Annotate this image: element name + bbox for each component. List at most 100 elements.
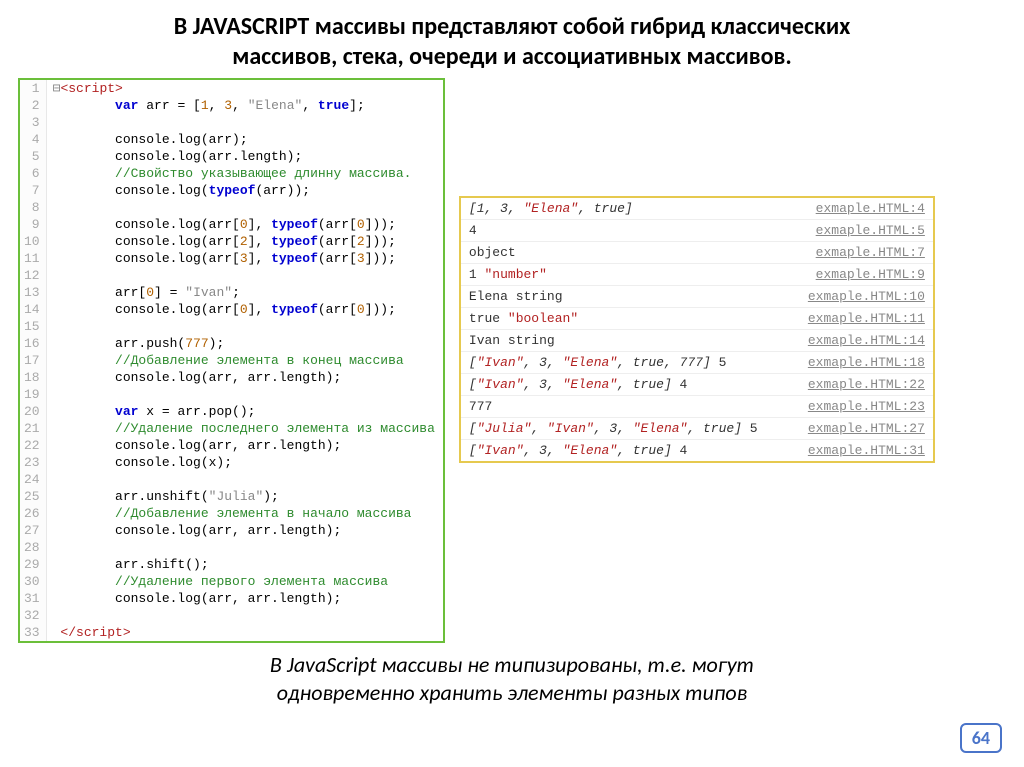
code-line: 28: [20, 539, 443, 556]
console-row: ["Julia", "Ivan", 3, "Elena", true] 5exm…: [461, 418, 933, 440]
console-output: ["Ivan", 3, "Elena", true] 4: [461, 374, 790, 396]
console-source-link[interactable]: exmaple.HTML:22: [789, 374, 932, 396]
code-line: 9 console.log(arr[0], typeof(arr[0]));: [20, 216, 443, 233]
code-content: arr.push(777);: [46, 335, 443, 352]
console-source-link[interactable]: exmaple.HTML:10: [789, 286, 932, 308]
console-output: Ivan string: [461, 330, 790, 352]
console-output: 777: [461, 396, 790, 418]
code-content: [46, 114, 443, 131]
console-output: true "boolean": [461, 308, 790, 330]
console-output: Elena string: [461, 286, 790, 308]
code-content: //Свойство указывающее длинну массива.: [46, 165, 443, 182]
line-number: 3: [20, 114, 46, 131]
console-source-link[interactable]: exmaple.HTML:9: [789, 264, 932, 286]
console-source-link[interactable]: exmaple.HTML:23: [789, 396, 932, 418]
console-table: [1, 3, "Elena", true]exmaple.HTML:44exma…: [461, 198, 933, 461]
slide-footer: В JavaScript массивы не типизированы, т.…: [18, 651, 1006, 706]
line-number: 21: [20, 420, 46, 437]
code-content: console.log(arr[2], typeof(arr[2]));: [46, 233, 443, 250]
line-number: 25: [20, 488, 46, 505]
console-source-link[interactable]: exmaple.HTML:7: [789, 242, 932, 264]
code-line: 14 console.log(arr[0], typeof(arr[0]));: [20, 301, 443, 318]
code-content: ⊟<script>: [46, 80, 443, 97]
line-number: 18: [20, 369, 46, 386]
code-line: 18 console.log(arr, arr.length);: [20, 369, 443, 386]
content-row: 1⊟<script>2 var arr = [1, 3, "Elena", tr…: [18, 78, 1006, 643]
line-number: 33: [20, 624, 46, 641]
line-number: 27: [20, 522, 46, 539]
line-number: 7: [20, 182, 46, 199]
code-content: console.log(arr, arr.length);: [46, 437, 443, 454]
code-line: 7 console.log(typeof(arr));: [20, 182, 443, 199]
code-line: 3: [20, 114, 443, 131]
line-number: 14: [20, 301, 46, 318]
code-line: 29 arr.shift();: [20, 556, 443, 573]
console-output-panel: [1, 3, "Elena", true]exmaple.HTML:44exma…: [459, 196, 935, 463]
code-line: 15: [20, 318, 443, 335]
code-content: [46, 607, 443, 624]
console-source-link[interactable]: exmaple.HTML:18: [789, 352, 932, 374]
line-number: 8: [20, 199, 46, 216]
console-output: [1, 3, "Elena", true]: [461, 198, 790, 220]
console-source-link[interactable]: exmaple.HTML:27: [789, 418, 932, 440]
console-source-link[interactable]: exmaple.HTML:5: [789, 220, 932, 242]
code-line: 5 console.log(arr.length);: [20, 148, 443, 165]
line-number: 24: [20, 471, 46, 488]
console-row: ["Ivan", 3, "Elena", true] 4exmaple.HTML…: [461, 374, 933, 396]
code-content: [46, 318, 443, 335]
line-number: 23: [20, 454, 46, 471]
console-source-link[interactable]: exmaple.HTML:11: [789, 308, 932, 330]
console-source-link[interactable]: exmaple.HTML:4: [789, 198, 932, 220]
console-row: ["Ivan", 3, "Elena", true, 777] 5exmaple…: [461, 352, 933, 374]
line-number: 6: [20, 165, 46, 182]
console-row: true "boolean"exmaple.HTML:11: [461, 308, 933, 330]
code-content: arr.shift();: [46, 556, 443, 573]
console-row: Elena stringexmaple.HTML:10: [461, 286, 933, 308]
code-line: 16 arr.push(777);: [20, 335, 443, 352]
console-source-link[interactable]: exmaple.HTML:14: [789, 330, 932, 352]
code-content: </script>: [46, 624, 443, 641]
code-line: 30 //Удаление первого элемента массива: [20, 573, 443, 590]
code-line: 4 console.log(arr);: [20, 131, 443, 148]
code-line: 25 arr.unshift("Julia");: [20, 488, 443, 505]
code-line: 24: [20, 471, 443, 488]
code-content: console.log(arr, arr.length);: [46, 522, 443, 539]
console-row: 1 "number"exmaple.HTML:9: [461, 264, 933, 286]
code-content: //Удаление последнего элемента из массив…: [46, 420, 443, 437]
code-editor-panel: 1⊟<script>2 var arr = [1, 3, "Elena", tr…: [18, 78, 445, 643]
line-number: 4: [20, 131, 46, 148]
console-row: Ivan stringexmaple.HTML:14: [461, 330, 933, 352]
console-output: ["Ivan", 3, "Elena", true] 4: [461, 440, 790, 462]
code-line: 1⊟<script>: [20, 80, 443, 97]
code-line: 19: [20, 386, 443, 403]
code-line: 27 console.log(arr, arr.length);: [20, 522, 443, 539]
console-row: ["Ivan", 3, "Elena", true] 4exmaple.HTML…: [461, 440, 933, 462]
console-row: 777exmaple.HTML:23: [461, 396, 933, 418]
title-line-2: массивов, стека, очереди и ассоциативных…: [232, 42, 792, 71]
code-line: 12: [20, 267, 443, 284]
console-source-link[interactable]: exmaple.HTML:31: [789, 440, 932, 462]
code-content: [46, 199, 443, 216]
code-table: 1⊟<script>2 var arr = [1, 3, "Elena", tr…: [20, 80, 443, 641]
line-number: 13: [20, 284, 46, 301]
footer-line-1: В JavaScript массивы не типизированы, т.…: [270, 651, 754, 678]
line-number: 22: [20, 437, 46, 454]
code-content: arr[0] = "Ivan";: [46, 284, 443, 301]
line-number: 15: [20, 318, 46, 335]
line-number: 11: [20, 250, 46, 267]
line-number: 1: [20, 80, 46, 97]
code-line: 20 var x = arr.pop();: [20, 403, 443, 420]
code-content: console.log(arr[0], typeof(arr[0]));: [46, 216, 443, 233]
line-number: 29: [20, 556, 46, 573]
line-number: 2: [20, 97, 46, 114]
line-number: 16: [20, 335, 46, 352]
code-content: console.log(x);: [46, 454, 443, 471]
console-row: [1, 3, "Elena", true]exmaple.HTML:4: [461, 198, 933, 220]
code-line: 31 console.log(arr, arr.length);: [20, 590, 443, 607]
console-row: objectexmaple.HTML:7: [461, 242, 933, 264]
code-content: [46, 386, 443, 403]
code-line: 11 console.log(arr[3], typeof(arr[3]));: [20, 250, 443, 267]
code-content: console.log(arr, arr.length);: [46, 369, 443, 386]
code-content: [46, 471, 443, 488]
code-content: console.log(typeof(arr));: [46, 182, 443, 199]
